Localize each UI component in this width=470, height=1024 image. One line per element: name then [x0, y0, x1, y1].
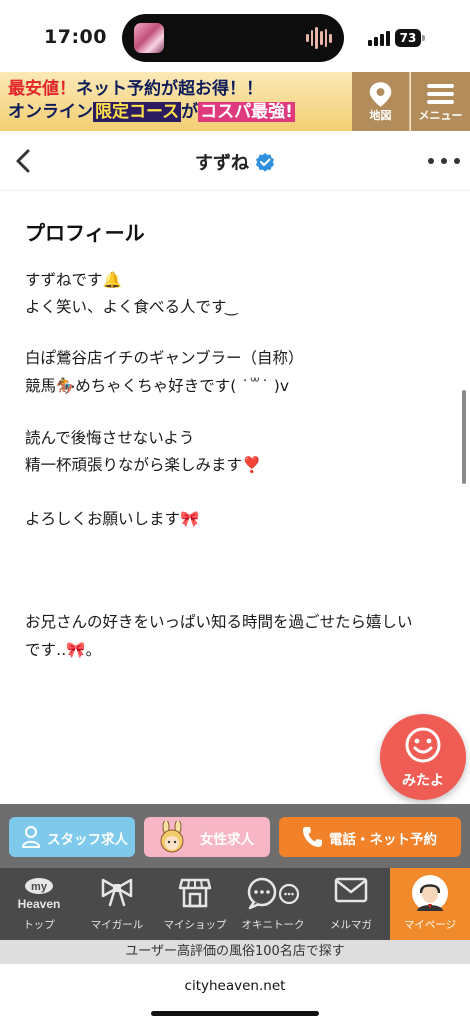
- mail-icon: [334, 877, 368, 903]
- battery-icon: 73: [395, 29, 425, 47]
- banner-best-value: コスパ最強!: [198, 102, 295, 122]
- logo-heaven-text: Heaven: [18, 897, 61, 911]
- banner-line2-mid: が: [181, 102, 199, 122]
- profile-line: お兄さんの好きをいっぱい知る時間を過ごせたら嬉しい: [25, 613, 413, 631]
- battery-level: 73: [395, 29, 421, 47]
- status-time: 17:00: [44, 26, 107, 48]
- profile-line: よく笑い、よく食べる人です ͜: [25, 298, 232, 316]
- banner-limited-course: 限定コース: [93, 102, 182, 122]
- tab-label: マイガール: [90, 919, 144, 931]
- ribbon-icon: [101, 878, 133, 907]
- map-button[interactable]: 地図: [352, 72, 410, 131]
- banner-line1-text: ネット予約が超お得！！: [76, 79, 263, 99]
- bottom-tab-bar: my Heaven トップ マイガール マイショップ オキニトーク メルマガ マ…: [0, 868, 470, 940]
- profile-line: です‥🎀。: [25, 641, 102, 659]
- map-pin-icon: [369, 82, 392, 107]
- tab-label: オキニトーク: [241, 919, 305, 931]
- banner-line-1: 最安値！ネット予約が超お得！！: [8, 78, 352, 100]
- page-title: すずね: [0, 149, 470, 175]
- my-heaven-logo-icon: my Heaven: [18, 878, 61, 911]
- tab-my-page[interactable]: マイページ: [390, 868, 470, 940]
- logo-my-text: my: [31, 881, 48, 893]
- page-title-text: すずね: [195, 153, 249, 174]
- top-100-shops-link[interactable]: ユーザー高評価の風俗100名店で探す: [0, 940, 470, 964]
- profile-line: よろしくお願いします🎀: [25, 510, 200, 528]
- menu-button[interactable]: メニュー: [411, 72, 470, 131]
- mitayo-button[interactable]: みたよ: [380, 714, 466, 800]
- tab-okini-talk[interactable]: オキニトーク: [234, 868, 312, 940]
- banner-line2-prefix: オンライン: [8, 102, 93, 122]
- page-header: すずね: [0, 131, 470, 191]
- tab-label: トップ: [23, 919, 55, 931]
- smiley-face-icon: [405, 727, 441, 763]
- profile-line: 白ぽ鶯谷店イチのギャンブラー（自称）: [25, 349, 304, 367]
- top-banner: 最安値！ネット予約が超お得！！ オンライン 限定コースがコスパ最強! 地図 メニュ…: [0, 72, 470, 131]
- user-avatar-icon: [412, 875, 448, 911]
- recruit-bar: スタッフ求人 女性求人 電話・ネット予約: [0, 804, 470, 868]
- call-reserve-label: 電話・ネット予約: [329, 832, 437, 848]
- tab-my-shop[interactable]: マイショップ: [156, 868, 234, 940]
- scrollbar[interactable]: [462, 390, 466, 484]
- status-bar: 17:00 73: [0, 0, 470, 72]
- banner-line-2: オンライン 限定コースがコスパ最強!: [8, 100, 352, 124]
- profile-line: 競馬🏇めちゃくちゃ好きです( ˙꒳˙ )v: [25, 377, 290, 395]
- person-icon: [21, 826, 41, 848]
- female-recruit-label: 女性求人: [200, 832, 254, 848]
- cellular-signal-icon: [368, 30, 390, 46]
- audio-waveform-icon: [306, 26, 333, 50]
- menu-label: メニュー: [418, 109, 463, 122]
- tab-label: マイページ: [403, 919, 457, 931]
- hamburger-menu-icon: [427, 84, 454, 104]
- map-label: 地図: [369, 109, 392, 122]
- dynamic-island[interactable]: [122, 14, 344, 62]
- promo-banner-ad[interactable]: 最安値！ネット予約が超お得！！ オンライン 限定コースがコスパ最強!: [0, 72, 352, 131]
- chat-bubbles-icon: [247, 877, 300, 910]
- more-options-icon[interactable]: [428, 151, 460, 171]
- now-playing-thumbnail: [134, 23, 164, 53]
- profile-heading: プロフィール: [25, 221, 145, 245]
- shop-icon: [178, 878, 212, 908]
- tab-label: マイショップ: [163, 919, 227, 931]
- home-indicator: [151, 1011, 319, 1016]
- profile-line: 精一杯頑張りながら楽しみます❣️: [25, 456, 262, 474]
- profile-line: 読んで後悔させないよう: [25, 429, 195, 447]
- tab-top[interactable]: my Heaven トップ: [0, 868, 78, 940]
- mitayo-label: みたよ: [402, 773, 444, 789]
- tab-label: メルマガ: [330, 919, 372, 931]
- staff-recruit-button[interactable]: スタッフ求人: [9, 817, 135, 857]
- bunny-girl-icon: [160, 821, 184, 853]
- female-recruit-button[interactable]: 女性求人: [144, 817, 270, 857]
- tab-mail-magazine[interactable]: メルマガ: [312, 868, 390, 940]
- verified-badge-icon: [256, 153, 274, 172]
- tab-my-girl[interactable]: マイガール: [78, 868, 156, 940]
- staff-recruit-label: スタッフ求人: [47, 832, 128, 848]
- profile-line: すずねです🔔: [25, 271, 122, 289]
- profile-content: プロフィール すずねです🔔 よく笑い、よく食べる人です ͜ 白ぽ鶯谷店イチのギャ…: [0, 192, 470, 804]
- banner-highlight-cheapest: 最安値！: [8, 79, 76, 99]
- url-text: cityheaven.net: [184, 978, 286, 994]
- call-reserve-button[interactable]: 電話・ネット予約: [279, 817, 461, 857]
- phone-icon: [303, 827, 322, 847]
- browser-url-bar[interactable]: cityheaven.net: [0, 964, 470, 1024]
